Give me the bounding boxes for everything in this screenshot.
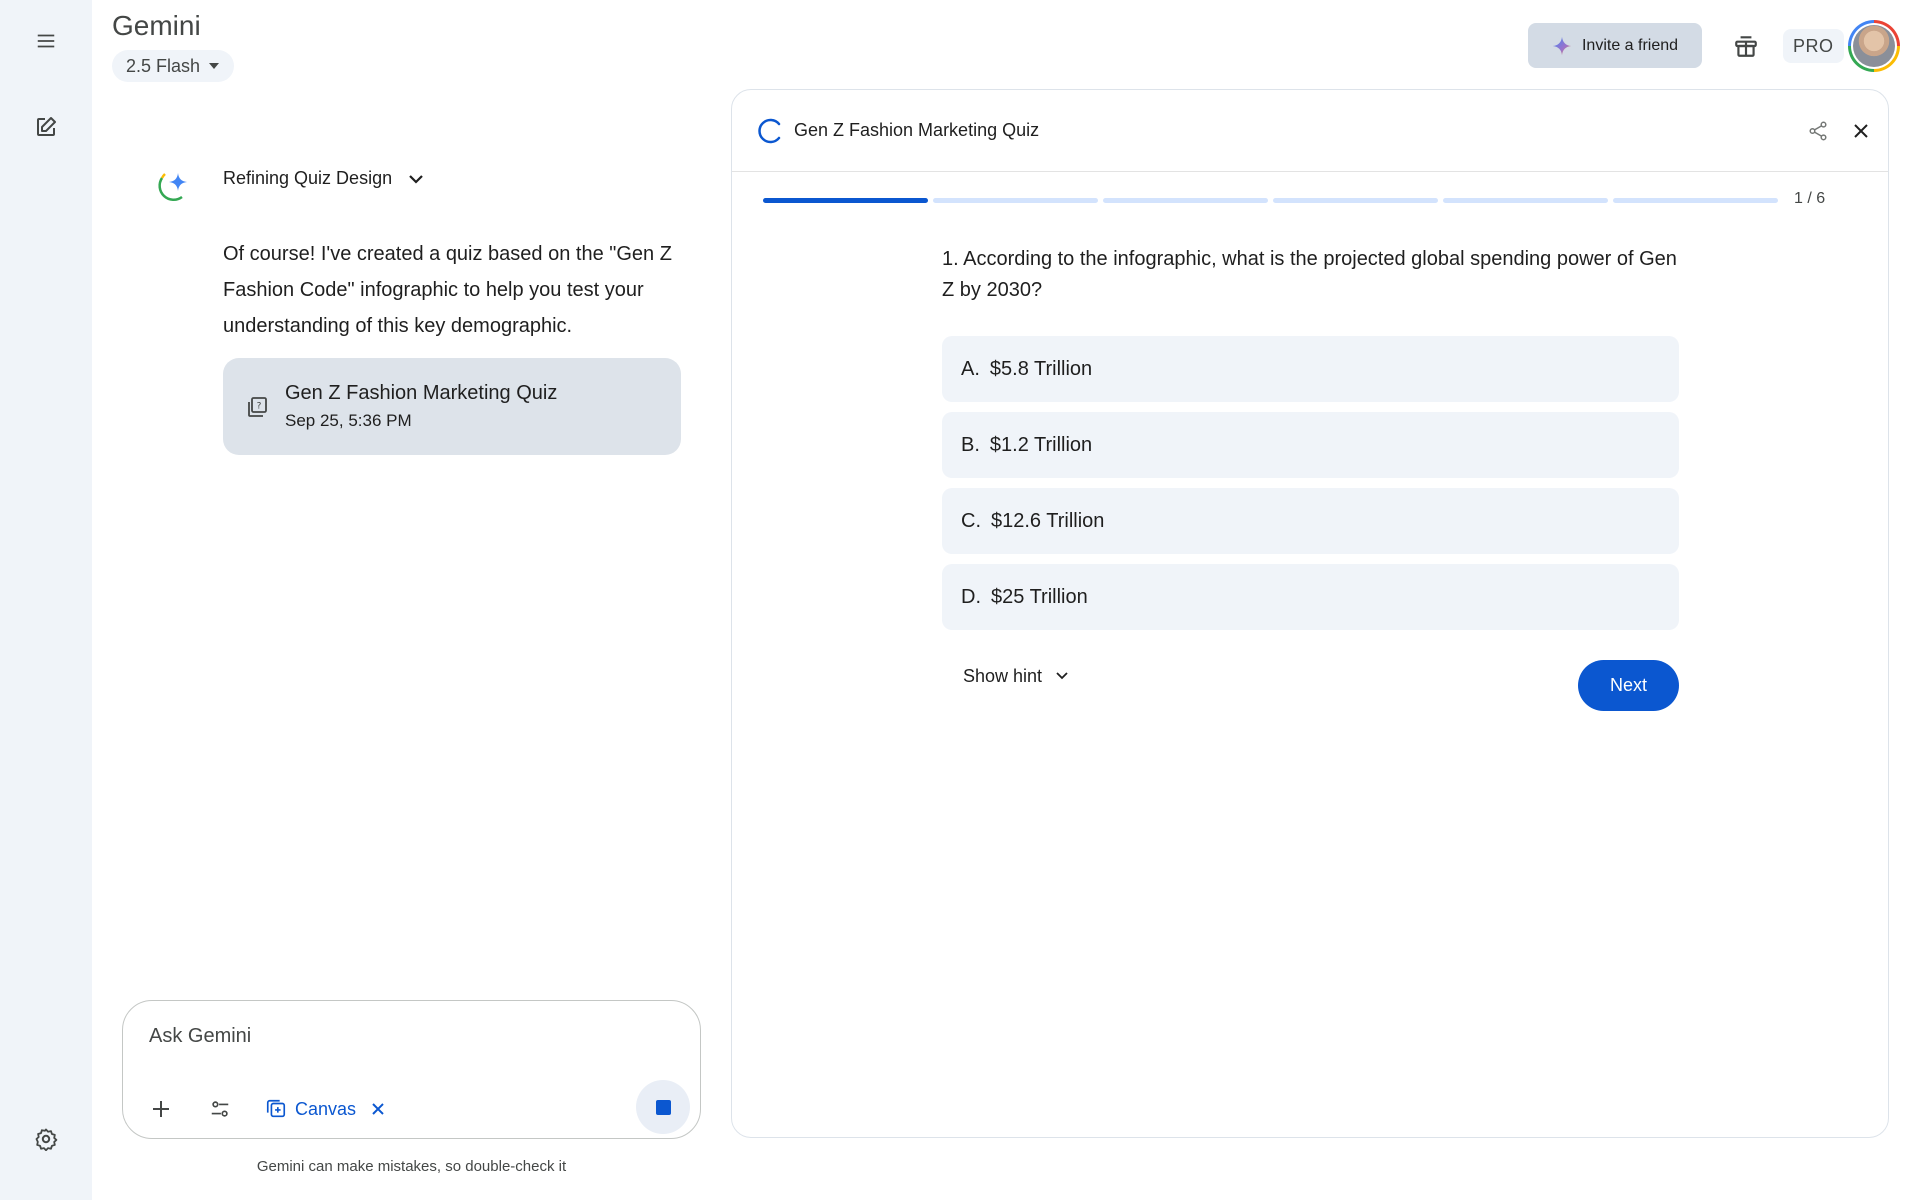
canvas-icon xyxy=(265,1098,287,1120)
plus-icon xyxy=(151,1099,171,1119)
quiz-progress-bar xyxy=(763,198,1778,203)
chevron-down-icon xyxy=(1056,672,1068,680)
canvas-label: Canvas xyxy=(295,1098,357,1119)
progress-segment xyxy=(1443,198,1608,203)
option-text: $25 Trillion xyxy=(991,585,1088,608)
option-text: $1.2 Trillion xyxy=(989,433,1093,456)
tools-icon xyxy=(209,1098,231,1120)
answer-option-d[interactable]: D. $25 Trillion xyxy=(942,564,1679,630)
sparkle-icon xyxy=(1552,36,1572,56)
disclaimer: Gemini can make mistakes, so double-chec… xyxy=(256,1158,567,1175)
stop-button[interactable] xyxy=(636,1080,690,1134)
canvas-close-icon[interactable] xyxy=(372,1103,384,1115)
chevron-down-icon xyxy=(408,174,424,184)
menu-icon xyxy=(35,30,57,52)
thought-title: Refining Quiz Design xyxy=(223,168,393,188)
quiz-doc-icon: ? xyxy=(245,395,269,419)
new-chat-icon xyxy=(34,115,58,139)
avatar[interactable] xyxy=(1848,20,1900,72)
quiz-panel: Gen Z Fashion Marketing Quiz 1 / 6 1. Ac… xyxy=(731,89,1889,1138)
add-button[interactable] xyxy=(141,1089,181,1129)
invite-friend-button[interactable]: Invite a friend xyxy=(1528,23,1702,68)
artifact-text: Gen Z Fashion Marketing Quiz Sep 25, 5:3… xyxy=(285,382,557,431)
stop-icon xyxy=(655,1099,671,1115)
prompt-box[interactable]: Ask Gemini Canvas xyxy=(122,1000,701,1139)
close-panel-button[interactable] xyxy=(1840,110,1882,152)
progress-segment xyxy=(933,198,1098,203)
model-selector[interactable]: 2.5 Flash xyxy=(112,50,235,82)
avatar-photo xyxy=(1853,25,1895,67)
side-rail xyxy=(0,0,92,1200)
prompt-input[interactable]: Ask Gemini xyxy=(149,1025,251,1048)
response-text: Of course! I've created a quiz based on … xyxy=(223,243,672,337)
artifact-title: Gen Z Fashion Marketing Quiz xyxy=(285,382,558,404)
option-letter: C. xyxy=(961,509,981,532)
svg-text:?: ? xyxy=(257,401,262,411)
progress-segment xyxy=(1103,198,1268,203)
progress-segment xyxy=(1273,198,1438,203)
next-button[interactable]: Next xyxy=(1578,660,1679,711)
gift-icon xyxy=(1733,33,1759,59)
question-text: 1. According to the infographic, what is… xyxy=(942,248,1677,301)
show-hint-button[interactable]: Show hint xyxy=(942,654,1089,698)
canvas-chip[interactable]: Canvas xyxy=(265,1091,384,1127)
tools-button[interactable] xyxy=(200,1089,240,1129)
progress-count: 1 / 6 xyxy=(1794,190,1826,207)
new-chat-button[interactable] xyxy=(22,103,70,151)
quiz-title: Gen Z Fashion Marketing Quiz xyxy=(794,120,1040,140)
close-icon xyxy=(1853,123,1869,139)
quiz-header: Gen Z Fashion Marketing Quiz xyxy=(732,90,1888,172)
hint-label: Show hint xyxy=(963,665,1043,686)
app-title: Gemini xyxy=(112,10,201,41)
progress-segment xyxy=(763,198,928,203)
option-letter: B. xyxy=(961,433,980,456)
pro-badge: PRO xyxy=(1783,29,1844,63)
invite-label: Invite a friend xyxy=(1581,36,1679,54)
share-button[interactable] xyxy=(1797,110,1839,152)
settings-icon xyxy=(34,1127,58,1151)
loading-spinner-icon xyxy=(758,118,784,144)
answer-option-c[interactable]: C. $12.6 Trillion xyxy=(942,488,1679,554)
option-letter: D. xyxy=(961,585,981,608)
answer-option-a[interactable]: A. $5.8 Trillion xyxy=(942,336,1679,402)
artifact-date: Sep 25, 5:36 PM xyxy=(285,411,412,430)
quiz-artifact-card[interactable]: ? Gen Z Fashion Marketing Quiz Sep 25, 5… xyxy=(223,358,681,455)
progress-segment xyxy=(1613,198,1778,203)
gemini-spark-icon xyxy=(156,166,192,202)
thought-toggle[interactable]: Refining Quiz Design xyxy=(223,168,424,189)
menu-button[interactable] xyxy=(22,17,70,65)
gift-button[interactable] xyxy=(1722,22,1770,70)
model-label: 2.5 Flash xyxy=(126,55,201,76)
caret-down-icon xyxy=(208,62,220,70)
share-icon xyxy=(1807,120,1829,142)
answer-option-b[interactable]: B. $1.2 Trillion xyxy=(942,412,1679,478)
settings-button[interactable] xyxy=(22,1115,70,1163)
option-text: $12.6 Trillion xyxy=(991,509,1105,532)
option-letter: A. xyxy=(961,357,980,380)
option-text: $5.8 Trillion xyxy=(989,357,1093,380)
